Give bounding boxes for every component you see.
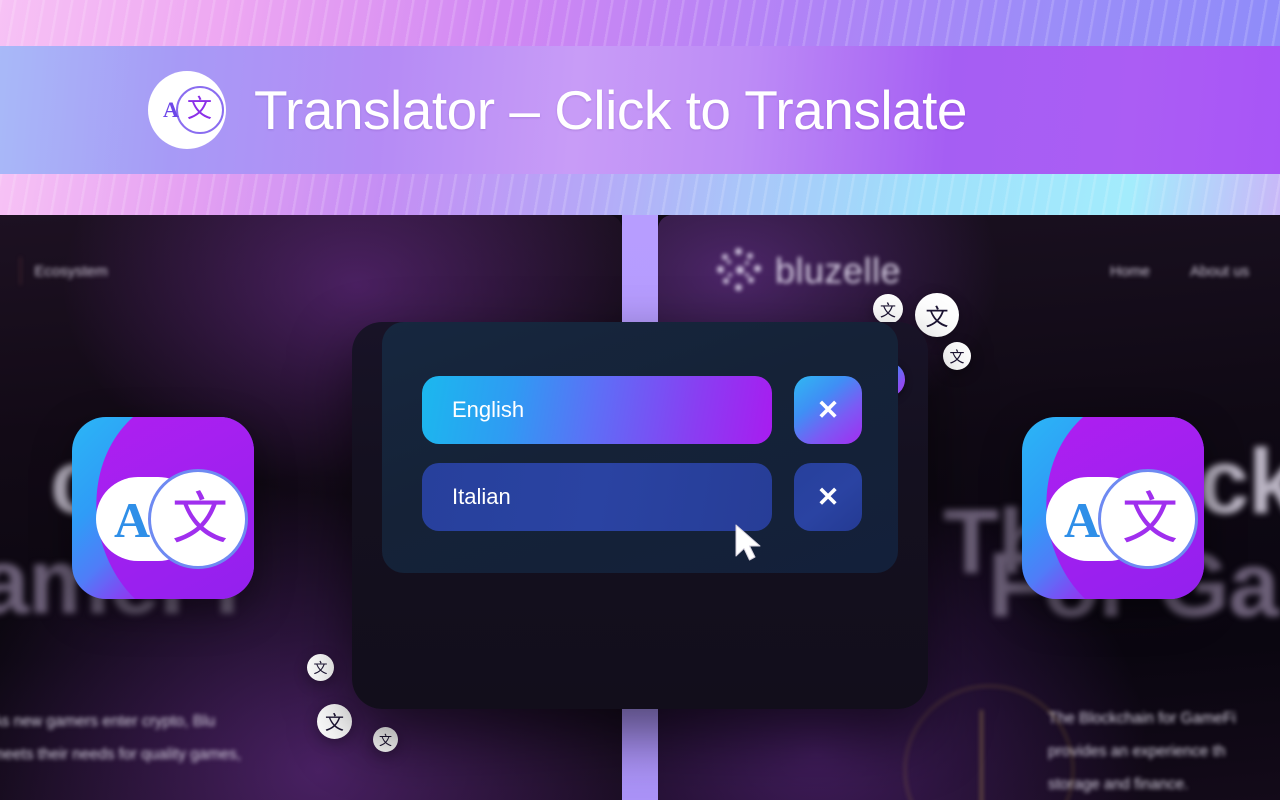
translate-bubble[interactable]: 文 — [873, 294, 903, 324]
right-site-nav: Home About us — [1110, 263, 1249, 280]
translate-bubble-glyph: 文 — [879, 303, 896, 320]
language-list-panel: English ✕ Italian ✕ — [382, 322, 898, 573]
right-headline-right1: ck — [1198, 431, 1280, 533]
translate-bubble-glyph: 文 — [313, 659, 328, 676]
nav-divider — [20, 257, 21, 285]
bluzelle-brand[interactable]: bluzelle — [716, 248, 901, 294]
promo-banner: A 文 Translator – Click to Translate — [0, 0, 1280, 220]
right-body-line1: The Blockchain for GameFi — [1048, 710, 1236, 727]
banner-stripe-pattern — [0, 174, 1280, 220]
remove-language-english-button[interactable]: ✕ — [794, 376, 862, 444]
banner-band: A 文 Translator – Click to Translate — [0, 46, 1280, 174]
close-icon: ✕ — [816, 481, 840, 512]
translator-app-icon-large-right: A 文 — [1022, 417, 1204, 599]
translate-bubble[interactable]: 文 — [307, 654, 334, 681]
banner-bottom-texture — [0, 174, 1280, 220]
translate-bubble-glyph: 文 — [324, 713, 344, 734]
translate-bubble[interactable]: 文 — [915, 293, 959, 337]
language-button-english[interactable]: English — [422, 376, 772, 444]
left-site-nav: Press Ecosystem — [0, 257, 108, 285]
translate-bubble[interactable]: 文 — [943, 342, 971, 370]
right-body-line2: provides an experience th — [1048, 743, 1226, 760]
language-button-italian[interactable]: Italian — [422, 463, 772, 531]
language-label: English — [452, 397, 525, 422]
nav-item-ecosystem[interactable]: Ecosystem — [34, 263, 107, 280]
left-body-line1: i! As new gamers enter crypto, Blu — [0, 713, 216, 730]
language-label: Italian — [452, 484, 511, 509]
click-to-translate-popup: A 文 Click to Translate English ✕ Italian… — [352, 322, 928, 709]
translate-bubble[interactable]: 文 — [373, 727, 398, 752]
translator-app-icon-large-left: A 文 — [72, 417, 254, 599]
banner-top-texture — [0, 0, 1280, 46]
nav-item-about-us[interactable]: About us — [1190, 263, 1249, 280]
translate-bubble-glyph: 文 — [925, 304, 949, 330]
bluzelle-wordmark: bluzelle — [775, 250, 902, 291]
language-row: Italian ✕ — [422, 463, 862, 531]
left-body-line2: at meets their needs for quality games, — [0, 746, 242, 763]
remove-language-italian-button[interactable]: ✕ — [794, 463, 862, 531]
translator-logo-icon: A 文 — [148, 71, 226, 149]
translate-bubble[interactable]: 文 — [317, 704, 352, 739]
translate-bubble-glyph: 文 — [949, 348, 965, 366]
decorative-arrow-shaft — [980, 710, 983, 800]
banner-stripe-pattern — [0, 0, 1280, 46]
language-row: English ✕ — [422, 376, 862, 444]
banner-title: Translator – Click to Translate — [254, 79, 968, 141]
close-icon: ✕ — [816, 394, 840, 425]
bluzelle-logo-icon — [716, 248, 762, 294]
translate-bubble-glyph: 文 — [378, 733, 392, 748]
nav-item-home[interactable]: Home — [1110, 263, 1150, 280]
